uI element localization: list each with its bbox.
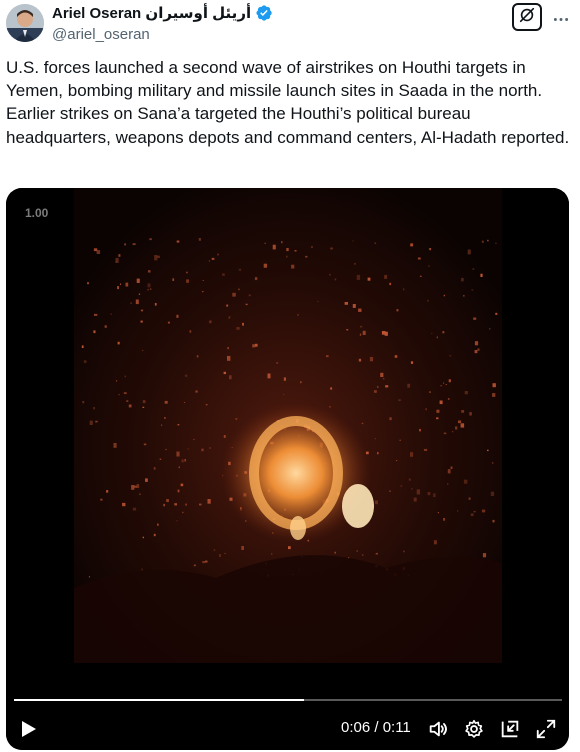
settings-button[interactable] (463, 718, 485, 740)
video-player[interactable]: 1.00 0:06 / 0:11 (6, 188, 569, 750)
fullscreen-icon (535, 718, 557, 740)
volume-button[interactable] (427, 718, 449, 740)
time-display: 0:06 / 0:11 (341, 719, 411, 736)
author-display-name[interactable]: Ariel Oseran أريئل أوسيران (52, 4, 251, 22)
progress-bar[interactable] (14, 699, 562, 701)
grok-button[interactable] (512, 3, 542, 31)
progress-fill (14, 699, 305, 701)
author-handle[interactable]: @ariel_oseran (52, 26, 273, 43)
picture-in-picture-icon (499, 718, 521, 740)
video-frame (6, 188, 569, 750)
grok-icon (518, 6, 536, 29)
picture-in-picture-button[interactable] (499, 718, 521, 740)
more-button[interactable] (550, 6, 572, 26)
tweet-text: U.S. forces launched a second wave of ai… (6, 58, 570, 147)
fullscreen-button[interactable] (535, 718, 557, 740)
author-block: Ariel Oseran أريئل أوسيران @ariel_oseran (52, 4, 273, 43)
play-button[interactable] (18, 719, 38, 739)
playback-rate: 1.00 (25, 206, 49, 220)
gear-icon (463, 718, 485, 740)
avatar[interactable] (6, 4, 44, 42)
play-icon (18, 721, 38, 743)
more-icon (553, 6, 569, 27)
volume-icon (427, 718, 449, 740)
verified-badge-icon (255, 4, 273, 22)
